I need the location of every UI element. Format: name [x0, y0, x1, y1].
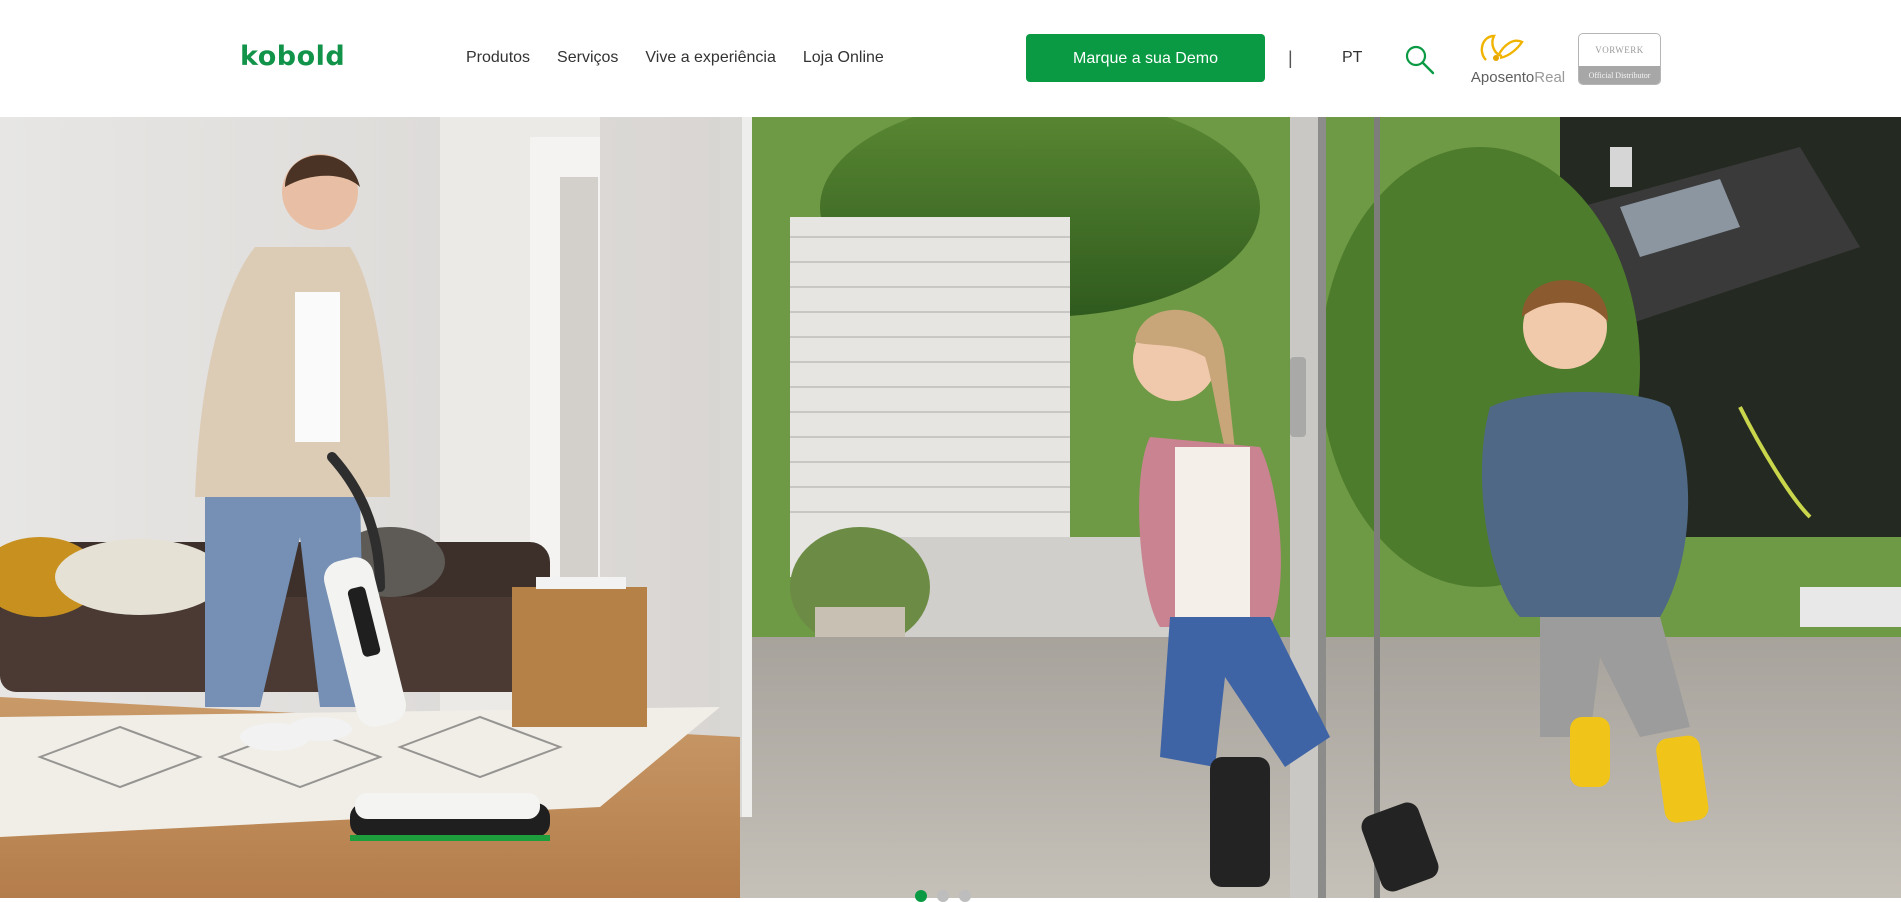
nav-item-vive-a-experiencia[interactable]: Vive a experiência — [645, 46, 775, 70]
vorwerk-official-distributor-badge[interactable]: VORWERK Official Distributor — [1578, 33, 1661, 85]
search-icon[interactable] — [1404, 44, 1436, 76]
hero-image — [0, 117, 1901, 898]
slider-dot-1[interactable] — [915, 890, 927, 902]
hero-slider-dots — [915, 890, 971, 902]
vorwerk-badge-bottom: Official Distributor — [1579, 66, 1660, 84]
language-selector[interactable]: PT — [1342, 46, 1362, 70]
book-demo-button[interactable]: Marque a sua Demo — [1026, 34, 1265, 82]
slider-dot-3[interactable] — [959, 890, 971, 902]
main-nav: Produtos Serviços Vive a experiência Loj… — [466, 46, 911, 70]
vorwerk-badge-top: VORWERK — [1595, 45, 1644, 55]
nav-item-loja-online[interactable]: Loja Online — [803, 46, 884, 70]
nav-item-servicos[interactable]: Serviços — [557, 46, 618, 70]
header-separator: | — [1288, 48, 1293, 68]
site-header: kobold Produtos Serviços Vive a experiên… — [0, 0, 1901, 117]
hero-banner — [0, 117, 1901, 898]
aposento-bee-icon — [1480, 34, 1524, 61]
nav-item-produtos[interactable]: Produtos — [466, 46, 530, 70]
slider-dot-2[interactable] — [937, 890, 949, 902]
aposento-real-logo[interactable]: AposentoReal — [1468, 30, 1568, 88]
aposento-real-wordmark: AposentoReal — [1470, 69, 1566, 86]
kobold-logo[interactable]: kobold — [240, 38, 345, 76]
